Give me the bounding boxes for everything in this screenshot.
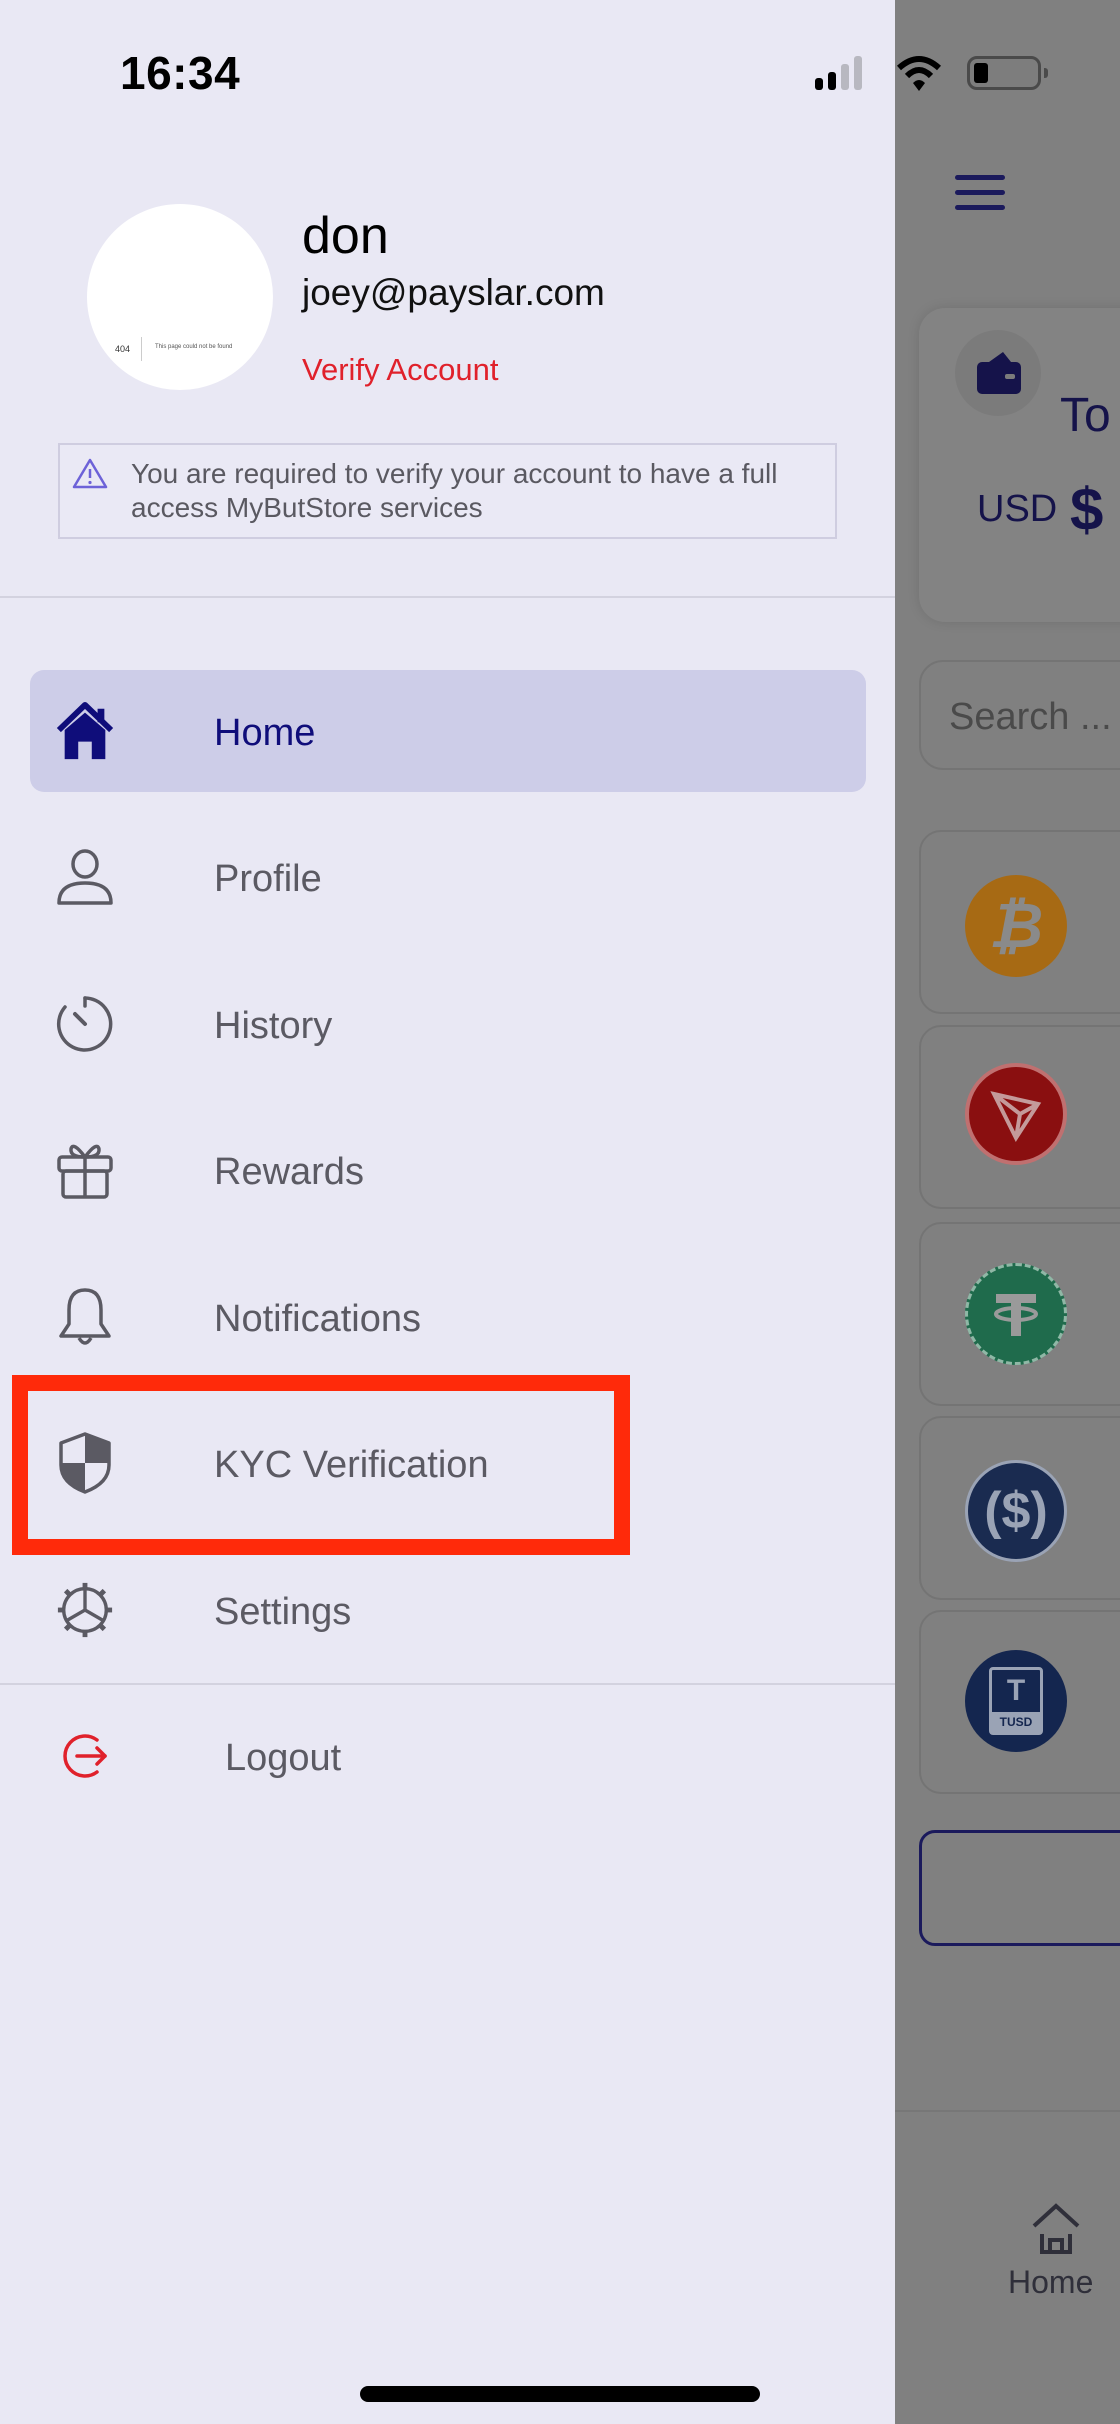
wifi-icon [897, 56, 941, 91]
warning-icon [72, 458, 108, 489]
menu-item-profile[interactable]: Profile [30, 816, 866, 938]
user-name: don [302, 207, 389, 265]
gift-icon [55, 1140, 115, 1200]
verification-warning: You are required to verify your account … [58, 443, 837, 539]
menu-item-notifications[interactable]: Notifications [30, 1256, 866, 1378]
status-time: 16:34 [120, 47, 241, 99]
gear-icon [55, 1580, 115, 1640]
logout-icon [55, 1726, 115, 1786]
menu-item-settings[interactable]: Settings [30, 1549, 866, 1671]
verify-account-link[interactable]: Verify Account [302, 352, 498, 388]
battery-icon [967, 56, 1048, 90]
menu-item-label: Profile [214, 858, 322, 900]
logout-button[interactable]: Logout [30, 1695, 866, 1817]
trueusd-icon: T TUSD [965, 1650, 1067, 1752]
menu-item-label: Settings [214, 1591, 352, 1633]
avatar-error-code: 404 [115, 344, 131, 354]
user-email: joey@payslar.com [302, 272, 605, 313]
bitcoin-icon: ₿ [965, 875, 1067, 977]
menu-item-label: Home [214, 712, 316, 754]
home-indicator[interactable] [360, 2386, 760, 2402]
total-balance-label: To [1060, 389, 1111, 442]
bell-icon [55, 1287, 115, 1347]
tron-icon [965, 1063, 1067, 1165]
wallet-icon [977, 352, 1021, 394]
nav-home-icon[interactable] [1030, 2202, 1082, 2256]
timer-icon [55, 994, 115, 1054]
currency-label: USD [977, 488, 1058, 530]
menu-item-label: Notifications [214, 1298, 421, 1340]
menu-item-label: History [214, 1005, 333, 1047]
logout-label: Logout [225, 1737, 342, 1779]
navigation-drawer: 16:34 404 This page could not be found d… [0, 0, 1048, 2424]
hamburger-menu-icon[interactable] [955, 175, 1007, 215]
search-input[interactable]: Search ... [919, 660, 1120, 770]
action-button[interactable] [919, 1830, 1120, 1946]
home-icon [55, 701, 115, 761]
background-app-overlay[interactable]: To USD $ Search ... ₿ ($) T TUSD Home [895, 0, 1120, 2424]
user-icon [55, 847, 115, 907]
avatar-error-message: This page could not be found [155, 344, 233, 350]
balance-amount: $ [1070, 476, 1104, 543]
signal-icon [815, 54, 862, 90]
menu-item-rewards[interactable]: Rewards [30, 1109, 866, 1231]
menu-item-history[interactable]: History [30, 963, 866, 1085]
bottom-navigation: Home [895, 2110, 1120, 2424]
usd-coin-icon: ($) [965, 1460, 1067, 1562]
menu-item-label: Rewards [214, 1151, 364, 1193]
status-icons [815, 54, 862, 90]
divider [0, 1683, 895, 1685]
annotation-highlight-box [12, 1375, 630, 1555]
search-placeholder: Search ... [949, 696, 1112, 738]
tether-icon [965, 1263, 1067, 1365]
avatar[interactable]: 404 This page could not be found [87, 204, 273, 390]
menu-item-home[interactable]: Home [30, 670, 866, 792]
divider [0, 596, 895, 598]
nav-home-label[interactable]: Home [1008, 2264, 1093, 2301]
warning-text: You are required to verify your account … [131, 458, 778, 523]
